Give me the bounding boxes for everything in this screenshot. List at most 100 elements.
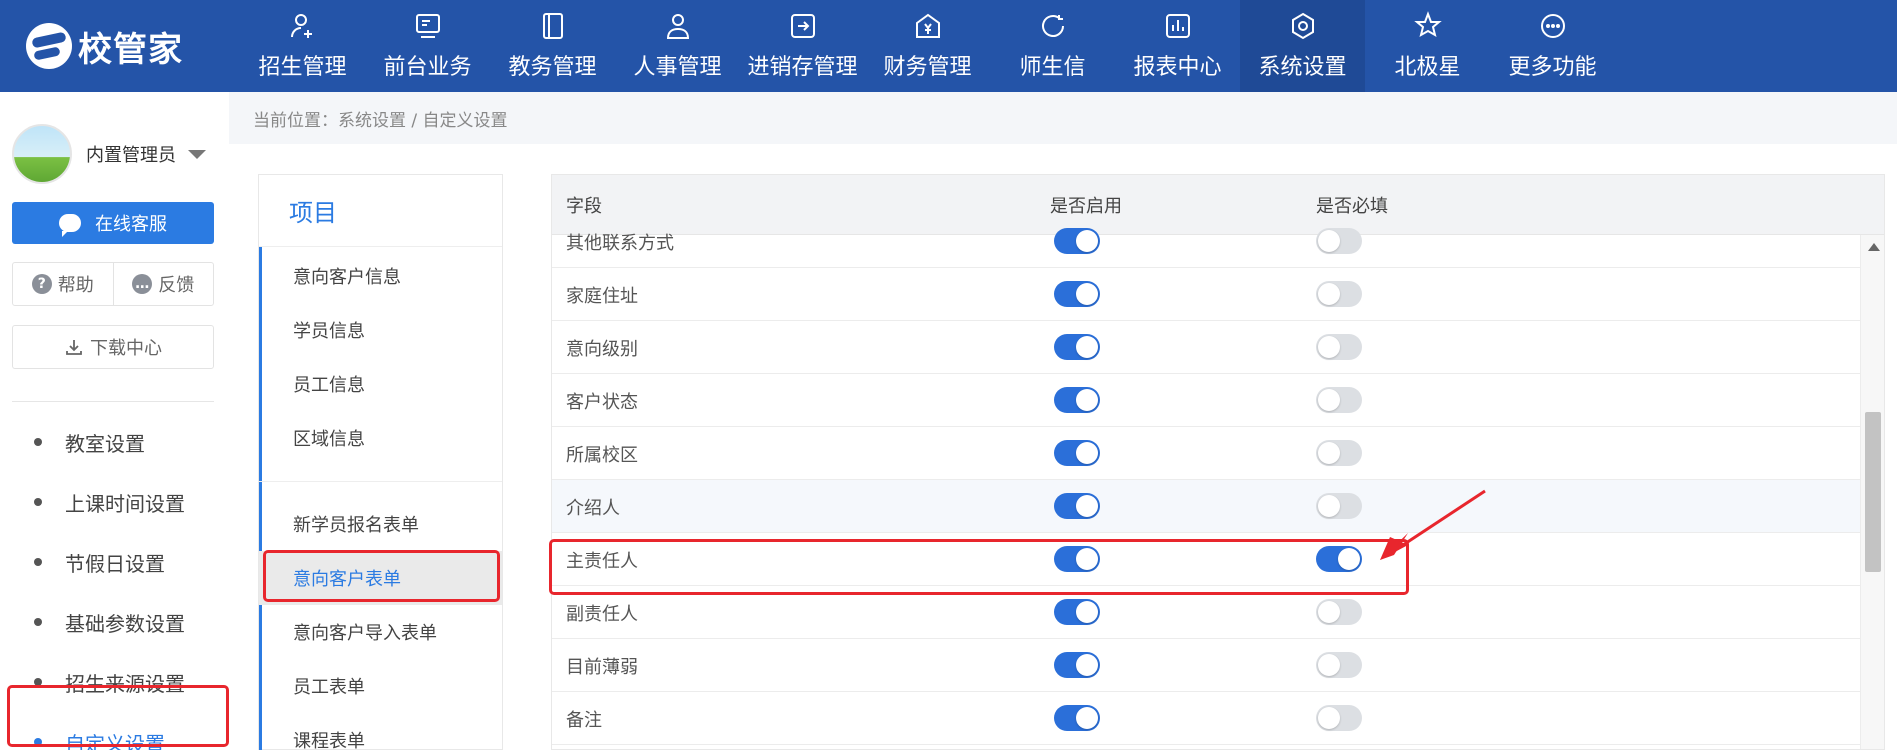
report-icon — [1165, 14, 1190, 38]
user-add-icon — [290, 14, 312, 38]
book-icon — [542, 13, 563, 39]
required-toggle[interactable] — [1316, 281, 1362, 307]
table-row: 介绍人 — [552, 480, 1860, 533]
enabled-toggle[interactable] — [1054, 228, 1100, 254]
bullet-icon — [34, 438, 42, 446]
annotation-arrow-icon — [1380, 489, 1486, 560]
required-toggle[interactable] — [1316, 599, 1362, 625]
download-center-button[interactable]: 下载中心 — [12, 325, 214, 369]
nav-item-enrollment[interactable]: 招生管理 — [240, 0, 365, 92]
scroll-up-icon[interactable] — [1868, 243, 1880, 251]
table-row: 备注 — [552, 692, 1860, 745]
bullet-icon — [34, 498, 42, 506]
field-name: 家庭住址 — [566, 285, 638, 307]
bullet-icon — [34, 618, 42, 626]
project-list-title: 项目 — [259, 175, 502, 247]
online-service-button[interactable]: 在线客服 — [12, 202, 214, 244]
field-name: 目前薄弱 — [566, 656, 638, 678]
project-item-intent-import-form[interactable]: 意向客户导入表单 — [259, 605, 502, 659]
chevron-down-icon[interactable] — [188, 149, 206, 159]
top-nav-bar: 校管家 招生管理 前台业务 教务管理 人事管理 进销存管理 财务管理 师生信 报… — [0, 0, 1897, 92]
project-list: 项目 意向客户信息 学员信息 员工信息 区域信息 新学员报名表单 意向客户表单 … — [258, 174, 503, 750]
required-toggle[interactable] — [1316, 334, 1362, 360]
left-sidebar: 内置管理员 在线客服 ? 帮助 … 反馈 下载中心 教室设置 上课时间设置 节假… — [0, 92, 229, 750]
nav-item-inventory[interactable]: 进销存管理 — [740, 0, 865, 92]
brand-name: 校管家 — [78, 29, 183, 70]
feedback-icon: … — [132, 274, 153, 294]
sidebar-item-holidays[interactable]: 节假日设置 — [12, 537, 214, 587]
enabled-toggle[interactable] — [1054, 281, 1100, 307]
nav-item-finance[interactable]: 财务管理 — [865, 0, 990, 92]
sidebar-divider — [12, 401, 214, 402]
chat-bubble-icon — [59, 214, 81, 237]
sidebar-item-basic-params[interactable]: 基础参数设置 — [12, 597, 214, 647]
main-nav: 招生管理 前台业务 教务管理 人事管理 进销存管理 财务管理 师生信 报表中心 — [240, 0, 1615, 92]
project-item-new-student-form[interactable]: 新学员报名表单 — [259, 497, 502, 551]
required-toggle[interactable] — [1316, 228, 1362, 254]
highlight-box-intent-form — [263, 550, 500, 602]
nav-item-system-settings[interactable]: 系统设置 — [1240, 0, 1365, 92]
user-profile[interactable]: 内置管理员 — [12, 124, 206, 184]
help-button[interactable]: ? 帮助 — [13, 263, 113, 305]
project-item-employee-form[interactable]: 员工表单 — [259, 659, 502, 713]
front-desk-icon — [415, 14, 440, 38]
field-name: 所属校区 — [566, 444, 638, 466]
scrollbar-thumb[interactable] — [1865, 412, 1881, 572]
download-icon — [66, 340, 82, 355]
table-row: 其他联系方式 — [552, 215, 1860, 268]
field-name: 客户状态 — [566, 391, 638, 413]
person-icon — [666, 14, 689, 39]
nav-item-reports[interactable]: 报表中心 — [1115, 0, 1240, 92]
nav-item-academic[interactable]: 教务管理 — [490, 0, 615, 92]
enabled-toggle[interactable] — [1054, 334, 1100, 360]
project-item-intent-customer-info[interactable]: 意向客户信息 — [259, 249, 502, 303]
nav-item-more[interactable]: 更多功能 — [1490, 0, 1615, 92]
help-feedback-bar: ? 帮助 … 反馈 — [12, 262, 214, 306]
message-icon — [1041, 15, 1064, 37]
required-toggle[interactable] — [1316, 493, 1362, 519]
brand-logo-icon — [26, 23, 72, 69]
required-toggle[interactable] — [1316, 440, 1362, 466]
required-toggle[interactable] — [1316, 705, 1362, 731]
project-item-course-form[interactable]: 课程表单 — [259, 713, 502, 750]
sidebar-item-class-time[interactable]: 上课时间设置 — [12, 477, 214, 527]
project-item-student-info[interactable]: 学员信息 — [259, 303, 502, 357]
highlight-box-custom-settings — [7, 685, 229, 747]
enabled-toggle[interactable] — [1054, 387, 1100, 413]
enabled-toggle[interactable] — [1054, 705, 1100, 731]
nav-item-messages[interactable]: 师生信 — [990, 0, 1115, 92]
star-icon — [1413, 11, 1442, 38]
feedback-button[interactable]: … 反馈 — [112, 263, 214, 305]
field-settings-table: 字段 是否启用 是否必填 其他联系方式 家庭住址 意向级别 客户状态 所属校区 介绍人 主责… — [551, 174, 1885, 750]
user-name: 内置管理员 — [86, 145, 176, 166]
bullet-icon — [34, 558, 42, 566]
table-row: 家庭住址 — [552, 268, 1860, 321]
brand-logo[interactable]: 校管家 — [0, 0, 240, 92]
enabled-toggle[interactable] — [1054, 493, 1100, 519]
table-row: 所属校区 — [552, 427, 1860, 480]
help-icon: ? — [31, 274, 52, 294]
required-toggle[interactable] — [1316, 387, 1362, 413]
more-icon — [1540, 14, 1565, 38]
settings-icon — [1291, 12, 1314, 40]
field-name: 备注 — [566, 709, 602, 731]
table-row: 目前薄弱 — [552, 639, 1860, 692]
highlight-box-primary-owner-row — [549, 539, 1409, 595]
field-name: 意向级别 — [566, 338, 638, 360]
project-item-region-info[interactable]: 区域信息 — [259, 411, 502, 465]
enabled-toggle[interactable] — [1054, 652, 1100, 678]
avatar — [12, 124, 72, 184]
enabled-toggle[interactable] — [1054, 440, 1100, 466]
nav-item-polaris[interactable]: 北极星 — [1365, 0, 1490, 92]
field-name: 介绍人 — [566, 497, 620, 519]
enabled-toggle[interactable] — [1054, 599, 1100, 625]
nav-item-hr[interactable]: 人事管理 — [615, 0, 740, 92]
table-row: 客户状态 — [552, 374, 1860, 427]
nav-item-front-desk[interactable]: 前台业务 — [365, 0, 490, 92]
field-name: 其他联系方式 — [566, 232, 674, 254]
sidebar-item-classroom[interactable]: 教室设置 — [12, 417, 214, 467]
project-list-divider — [259, 481, 502, 482]
table-scrollbar[interactable] — [1860, 235, 1884, 749]
required-toggle[interactable] — [1316, 652, 1362, 678]
project-item-employee-info[interactable]: 员工信息 — [259, 357, 502, 411]
